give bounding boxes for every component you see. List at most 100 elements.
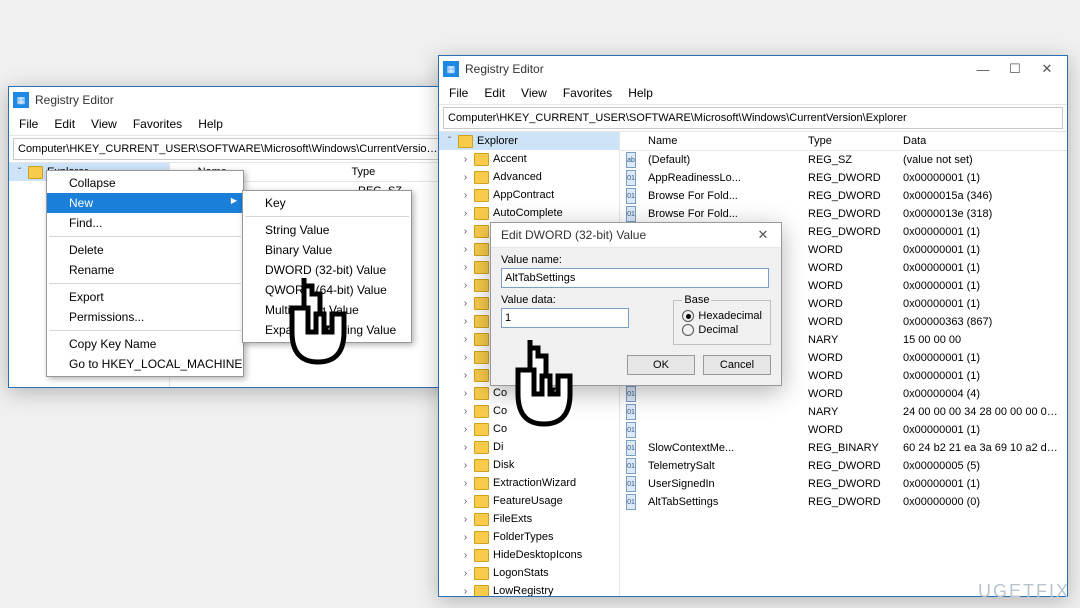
tree-node[interactable]: ›ExtractionWizard: [439, 474, 619, 492]
tree-node-explorer[interactable]: ˇExplorer: [439, 132, 619, 150]
tree-node[interactable]: ›Co: [439, 420, 619, 438]
col-data[interactable]: Data: [897, 135, 1067, 147]
chevron-right-icon[interactable]: ›: [461, 496, 470, 507]
new-key[interactable]: Key: [243, 193, 411, 213]
chevron-right-icon[interactable]: ›: [461, 190, 470, 201]
tree-node[interactable]: ›FolderTypes: [439, 528, 619, 546]
menu-edit[interactable]: Edit: [46, 115, 83, 133]
cancel-button[interactable]: Cancel: [703, 355, 771, 375]
ctx-delete[interactable]: Delete: [47, 240, 243, 260]
col-type[interactable]: Type: [345, 166, 437, 178]
chevron-right-icon[interactable]: ›: [461, 514, 470, 525]
context-menu[interactable]: CollapseNewFind... DeleteRename ExportPerm…: [46, 170, 244, 377]
value-row[interactable]: 01WORD0x00000004 (4): [620, 385, 1067, 403]
value-row[interactable]: ab(Default)REG_SZ(value not set): [620, 151, 1067, 169]
radio-dec[interactable]: Decimal: [682, 324, 762, 336]
new-dword-bit-value[interactable]: DWORD (32-bit) Value: [243, 260, 411, 280]
chevron-down-icon[interactable]: ˇ: [445, 136, 454, 147]
value-row[interactable]: 01AppReadinessLo...REG_DWORD0x00000001 (…: [620, 169, 1067, 187]
ctx-permissions-[interactable]: Permissions...: [47, 307, 243, 327]
menu-view[interactable]: View: [513, 84, 555, 102]
new-binary-value[interactable]: Binary Value: [243, 240, 411, 260]
chevron-right-icon[interactable]: ›: [461, 316, 470, 327]
chevron-right-icon[interactable]: ›: [461, 424, 470, 435]
ctx-find-[interactable]: Find...: [47, 213, 243, 233]
chevron-right-icon[interactable]: ›: [461, 478, 470, 489]
input-value-name[interactable]: [501, 268, 769, 288]
new-qword-bit-value[interactable]: QWORD (64-bit) Value: [243, 280, 411, 300]
tree-node[interactable]: ›LogonStats: [439, 564, 619, 582]
chevron-right-icon[interactable]: ›: [461, 460, 470, 471]
context-submenu-new[interactable]: Key String ValueBinary ValueDWORD (32-bit…: [242, 190, 412, 343]
chevron-right-icon[interactable]: ›: [461, 208, 470, 219]
titlebar[interactable]: ▦ Registry Editor — ☐ ✕: [439, 56, 1067, 82]
value-row[interactable]: 01Browse For Fold...REG_DWORD0x0000013e …: [620, 205, 1067, 223]
value-row[interactable]: 01TelemetrySaltREG_DWORD0x00000005 (5): [620, 457, 1067, 475]
ok-button[interactable]: OK: [627, 355, 695, 375]
chevron-right-icon[interactable]: ›: [461, 550, 470, 561]
value-row[interactable]: 01WORD0x00000001 (1): [620, 421, 1067, 439]
new-string-value[interactable]: String Value: [243, 220, 411, 240]
ctx-collapse[interactable]: Collapse: [47, 173, 243, 193]
tree-node[interactable]: ›Advanced: [439, 168, 619, 186]
dialog-close-button[interactable]: ✕: [749, 222, 777, 248]
address-bar[interactable]: Computer\HKEY_CURRENT_USER\SOFTWARE\Micr…: [13, 138, 445, 160]
value-row[interactable]: 01AltTabSettingsREG_DWORD0x00000000 (0): [620, 493, 1067, 511]
chevron-right-icon[interactable]: ›: [461, 352, 470, 363]
tree-node[interactable]: ›Co: [439, 384, 619, 402]
chevron-right-icon[interactable]: ›: [461, 154, 470, 165]
tree-node[interactable]: ›FileExts: [439, 510, 619, 528]
ctx-copy-key-name[interactable]: Copy Key Name: [47, 334, 243, 354]
minimize-button[interactable]: —: [967, 56, 999, 82]
tree-node[interactable]: ›LowRegistry: [439, 582, 619, 596]
chevron-right-icon[interactable]: ›: [461, 532, 470, 543]
ctx-new[interactable]: New: [47, 193, 243, 213]
chevron-right-icon[interactable]: ›: [461, 334, 470, 345]
chevron-right-icon[interactable]: ›: [461, 406, 470, 417]
tree-node[interactable]: ›HideDesktopIcons: [439, 546, 619, 564]
chevron-down-icon[interactable]: ˇ: [15, 167, 24, 178]
menu-favorites[interactable]: Favorites: [125, 115, 190, 133]
chevron-right-icon[interactable]: ›: [461, 388, 470, 399]
menu-favorites[interactable]: Favorites: [555, 84, 620, 102]
value-row[interactable]: 01UserSignedInREG_DWORD0x00000001 (1): [620, 475, 1067, 493]
tree-node[interactable]: ›Accent: [439, 150, 619, 168]
chevron-right-icon[interactable]: ›: [461, 586, 470, 597]
chevron-right-icon[interactable]: ›: [461, 172, 470, 183]
menu-help[interactable]: Help: [190, 115, 231, 133]
new-multi-string-value[interactable]: Multi-String Value: [243, 300, 411, 320]
menu-file[interactable]: File: [11, 115, 46, 133]
tree-node[interactable]: ›Disk: [439, 456, 619, 474]
ctx-rename[interactable]: Rename: [47, 260, 243, 280]
value-row[interactable]: 01Browse For Fold...REG_DWORD0x0000015a …: [620, 187, 1067, 205]
chevron-right-icon[interactable]: ›: [461, 442, 470, 453]
ctx-go-to-hkey-local-machine[interactable]: Go to HKEY_LOCAL_MACHINE: [47, 354, 243, 374]
menu-help[interactable]: Help: [620, 84, 661, 102]
tree-node[interactable]: ›FeatureUsage: [439, 492, 619, 510]
chevron-right-icon[interactable]: ›: [461, 298, 470, 309]
chevron-right-icon[interactable]: ›: [461, 370, 470, 381]
chevron-right-icon[interactable]: ›: [461, 280, 470, 291]
radio-hex[interactable]: Hexadecimal: [682, 310, 762, 322]
address-bar[interactable]: Computer\HKEY_CURRENT_USER\SOFTWARE\Micr…: [443, 107, 1063, 129]
input-value-data[interactable]: [501, 308, 629, 328]
titlebar[interactable]: ▦ Registry Editor: [9, 87, 449, 113]
tree-node[interactable]: ›AutoComplete: [439, 204, 619, 222]
menu-file[interactable]: File: [441, 84, 476, 102]
tree-node[interactable]: ›Di: [439, 438, 619, 456]
menu-view[interactable]: View: [83, 115, 125, 133]
menu-edit[interactable]: Edit: [476, 84, 513, 102]
maximize-button[interactable]: ☐: [999, 56, 1031, 82]
close-button[interactable]: ✕: [1031, 56, 1063, 82]
chevron-right-icon[interactable]: ›: [461, 244, 470, 255]
chevron-right-icon[interactable]: ›: [461, 568, 470, 579]
chevron-right-icon[interactable]: ›: [461, 262, 470, 273]
value-row[interactable]: 01SlowContextMe...REG_BINARY60 24 b2 21 …: [620, 439, 1067, 457]
tree-node[interactable]: ›Co: [439, 402, 619, 420]
values-header[interactable]: Name Type Data: [620, 132, 1067, 151]
col-type[interactable]: Type: [802, 135, 897, 147]
tree-node[interactable]: ›AppContract: [439, 186, 619, 204]
ctx-export[interactable]: Export: [47, 287, 243, 307]
chevron-right-icon[interactable]: ›: [461, 226, 470, 237]
new-expandable-string-value[interactable]: Expandable String Value: [243, 320, 411, 340]
